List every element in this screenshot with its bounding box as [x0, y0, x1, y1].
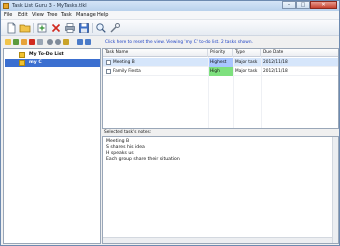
table-row[interactable]: Family Fiesta High Major task 2012/11/18	[103, 67, 338, 76]
toolbar-separator	[33, 23, 34, 33]
open-folder-icon[interactable]	[19, 22, 31, 34]
add-task-icon[interactable]	[36, 22, 48, 34]
table-row[interactable]: Meeting B Highest Major task 2012/11/18	[103, 58, 338, 67]
tree-item-label: my C	[29, 60, 42, 65]
column-divider	[233, 57, 234, 128]
column-divider	[261, 57, 262, 128]
tree-item-my-c[interactable]: my C	[5, 59, 100, 67]
tree-toolbar	[1, 37, 101, 48]
save-icon[interactable]	[78, 22, 90, 34]
folder-icon[interactable]	[5, 39, 11, 45]
minimize-button[interactable]: –	[282, 1, 296, 9]
new-file-icon[interactable]	[5, 22, 17, 34]
reset-view-link[interactable]: Click here to reset the view. Viewing 'm…	[105, 39, 253, 46]
menu-help[interactable]: Help	[97, 12, 108, 19]
delete-icon[interactable]	[50, 22, 62, 34]
toolbar-separator	[92, 23, 93, 33]
task-due-date: 2012/11/18	[263, 69, 288, 74]
menu-tree[interactable]: Tree	[47, 12, 57, 19]
add-list-icon[interactable]	[13, 39, 19, 45]
column-priority[interactable]: Priority	[208, 49, 233, 57]
menu-bar: File Edit View Tree Task Manage Help	[1, 11, 339, 20]
task-type: Major task	[235, 60, 258, 65]
grid-header: Task Name Priority Type Due Date	[103, 49, 338, 57]
task-name: Family Fiesta	[113, 69, 141, 74]
task-due-date: 2012/11/18	[263, 60, 288, 65]
remove-list-icon[interactable]	[29, 39, 35, 45]
notes-vertical-scrollbar[interactable]	[332, 137, 338, 243]
menu-task[interactable]: Task	[61, 12, 72, 19]
edit-list-icon[interactable]	[21, 39, 27, 45]
list-tree: My To-Do List my C	[3, 48, 101, 244]
toolbar	[1, 20, 339, 36]
move-icon[interactable]	[77, 39, 83, 45]
list-icon	[19, 60, 25, 66]
app-window: Task List Guru 3 - MyTasks.tlkl – □ ✕ Fi…	[0, 0, 340, 246]
task-name: Meeting B	[113, 60, 135, 65]
move-icon[interactable]	[85, 39, 91, 45]
info-bar[interactable]: Click here to reset the view. Viewing 'm…	[102, 38, 339, 47]
task-priority: Highest	[208, 58, 233, 67]
menu-edit[interactable]: Edit	[18, 12, 28, 19]
menu-file[interactable]: File	[4, 12, 12, 19]
menu-manage[interactable]: Manage	[76, 12, 96, 19]
circle-icon[interactable]	[55, 39, 61, 45]
tag-icon[interactable]	[63, 39, 69, 45]
notes-textarea[interactable]: Meeting B S shares his idea H speaks us …	[102, 136, 339, 244]
column-due-date[interactable]: Due Date	[261, 49, 338, 57]
column-task-name[interactable]: Task Name	[103, 49, 208, 57]
search-icon[interactable]	[95, 22, 107, 34]
task-grid: Task Name Priority Type Due Date Meeting…	[102, 48, 339, 129]
task-type: Major task	[235, 69, 258, 74]
window-title: Task List Guru 3 - MyTasks.tlkl	[12, 3, 87, 9]
properties-icon[interactable]	[37, 39, 43, 45]
menu-view[interactable]: View	[32, 12, 44, 19]
circle-icon[interactable]	[47, 39, 53, 45]
maximize-button[interactable]: □	[296, 1, 310, 9]
task-priority: High	[208, 67, 233, 76]
tools-icon[interactable]	[109, 22, 121, 34]
column-divider	[208, 57, 209, 128]
app-icon	[3, 3, 9, 9]
close-button[interactable]: ✕	[310, 1, 337, 9]
note-line: Each group share their situation	[106, 157, 180, 162]
print-icon[interactable]	[64, 22, 76, 34]
tree-item-label: My To-Do List	[29, 52, 64, 57]
list-icon	[19, 52, 25, 58]
tree-item-my-to-do-list[interactable]: My To-Do List	[5, 51, 100, 59]
column-type[interactable]: Type	[233, 49, 261, 57]
notes-horizontal-scrollbar[interactable]	[103, 237, 332, 243]
title-bar: Task List Guru 3 - MyTasks.tlkl – □ ✕	[1, 1, 339, 11]
